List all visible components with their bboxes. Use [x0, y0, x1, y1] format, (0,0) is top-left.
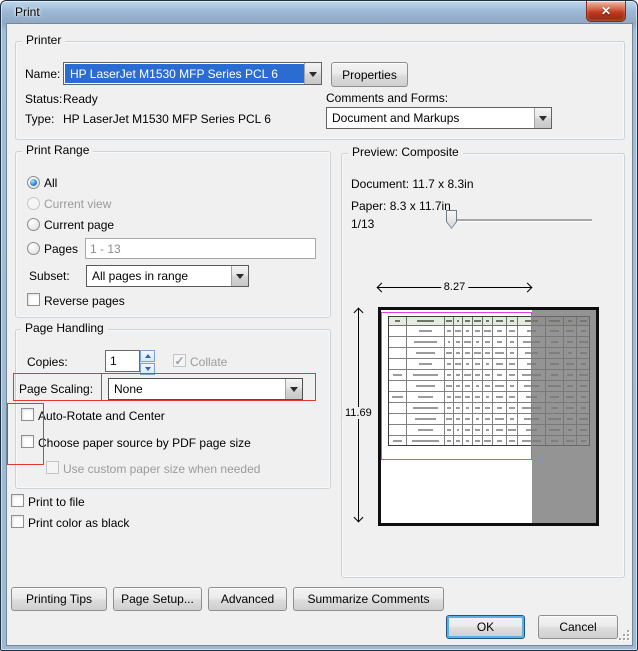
printer-group-label: Printer: [22, 34, 65, 47]
copies-label: Copies:: [27, 355, 68, 369]
reverse-pages-checkbox[interactable]: [27, 293, 40, 306]
stepper-up-button[interactable]: [140, 350, 155, 362]
print-color-black-label[interactable]: Print color as black: [28, 516, 129, 530]
check-icon: ✓: [174, 356, 184, 366]
arrow-up-icon: [145, 351, 151, 358]
print-range-group: [15, 151, 331, 318]
arrow-right-icon: [523, 283, 533, 293]
print-color-black-checkbox[interactable]: [11, 515, 24, 528]
subset-dropdown-button[interactable]: [231, 266, 248, 286]
print-to-file-label[interactable]: Print to file: [28, 495, 85, 509]
choose-paper-source-label[interactable]: Choose paper source by PDF page size: [38, 436, 251, 450]
preview-paper-size: Paper: 8.3 x 11.7in: [351, 199, 451, 213]
document-outline: [381, 312, 532, 460]
properties-button[interactable]: Properties: [331, 62, 408, 87]
chevron-down-icon: [539, 116, 547, 125]
preview-offpage-area: [532, 310, 596, 523]
reverse-pages-label[interactable]: Reverse pages: [44, 294, 125, 308]
ok-button[interactable]: OK: [446, 615, 525, 639]
pages-radio[interactable]: [27, 242, 40, 255]
page-setup-button[interactable]: Page Setup...: [113, 587, 202, 611]
close-icon: ✕: [601, 4, 611, 18]
current-page-radio[interactable]: [27, 218, 40, 231]
resize-grip[interactable]: [619, 630, 631, 642]
preview-group-label: Preview: Composite: [348, 146, 463, 159]
page-preview: [378, 307, 599, 526]
window-title: Print: [15, 5, 40, 19]
cancel-button[interactable]: Cancel: [538, 615, 618, 639]
preview-page-slider-track[interactable]: [450, 219, 592, 221]
annotation-rect-checkboxes: [7, 403, 44, 465]
status-value: Ready: [63, 92, 98, 106]
all-radio-label[interactable]: All: [44, 176, 57, 190]
use-custom-paper-checkbox: [46, 461, 59, 474]
close-button[interactable]: ✕: [586, 1, 626, 22]
subset-combobox[interactable]: All pages in range: [86, 265, 249, 287]
copies-input[interactable]: 1: [105, 350, 140, 372]
page-handling-group-label: Page Handling: [21, 322, 108, 335]
type-label: Type:: [25, 112, 54, 126]
comments-forms-label: Comments and Forms:: [326, 91, 448, 105]
copies-stepper[interactable]: [140, 350, 155, 372]
printer-name-combobox[interactable]: HP LaserJet M1530 MFP Series PCL 6: [63, 62, 322, 85]
collate-label: Collate: [190, 355, 227, 369]
current-view-radio: [27, 197, 40, 210]
printer-name-dropdown-button[interactable]: [304, 63, 321, 84]
printing-tips-button[interactable]: Printing Tips: [11, 587, 107, 611]
arrow-down-icon: [354, 513, 364, 523]
summarize-comments-button[interactable]: Summarize Comments: [293, 587, 444, 611]
print-range-group-label: Print Range: [22, 144, 93, 157]
current-view-radio-label: Current view: [44, 197, 111, 211]
preview-page-indicator: 1/13: [351, 217, 374, 231]
subset-value: All pages in range: [87, 266, 231, 286]
type-value: HP LaserJet M1530 MFP Series PCL 6: [63, 112, 271, 126]
comments-forms-combobox[interactable]: Document and Markups: [326, 107, 552, 129]
auto-rotate-label[interactable]: Auto-Rotate and Center: [38, 409, 165, 423]
printer-name-label: Name:: [25, 67, 60, 81]
pages-radio-label[interactable]: Pages: [44, 242, 78, 256]
collate-checkbox: ✓: [173, 354, 186, 367]
pages-range-input: 1 - 13: [85, 238, 316, 259]
chevron-down-icon: [309, 72, 317, 81]
arrow-left-icon: [377, 283, 387, 293]
current-page-radio-label[interactable]: Current page: [44, 218, 114, 232]
width-dimension-arrow: 8.27: [378, 281, 531, 293]
printer-name-value: HP LaserJet M1530 MFP Series PCL 6: [65, 64, 304, 83]
preview-document-size: Document: 11.7 x 8.3in: [351, 177, 474, 191]
chevron-down-icon: [236, 274, 244, 283]
status-label: Status:: [25, 92, 62, 106]
annotation-divider-page-scaling: [101, 373, 102, 401]
annotation-rect-page-scaling: [13, 373, 316, 401]
all-radio[interactable]: [27, 176, 40, 189]
advanced-button[interactable]: Advanced: [208, 587, 287, 611]
comments-forms-dropdown-button[interactable]: [534, 108, 551, 128]
print-dialog: Print ✕ Printer Name: HP LaserJet M1530 …: [0, 0, 638, 651]
height-dimension-label: 11.69: [342, 407, 375, 419]
arrow-up-icon: [354, 308, 364, 318]
width-dimension-label: 8.27: [441, 281, 468, 293]
use-custom-paper-label: Use custom paper size when needed: [63, 462, 260, 476]
print-to-file-checkbox[interactable]: [11, 494, 24, 507]
subset-label: Subset:: [29, 269, 70, 283]
comments-forms-value: Document and Markups: [327, 108, 534, 128]
